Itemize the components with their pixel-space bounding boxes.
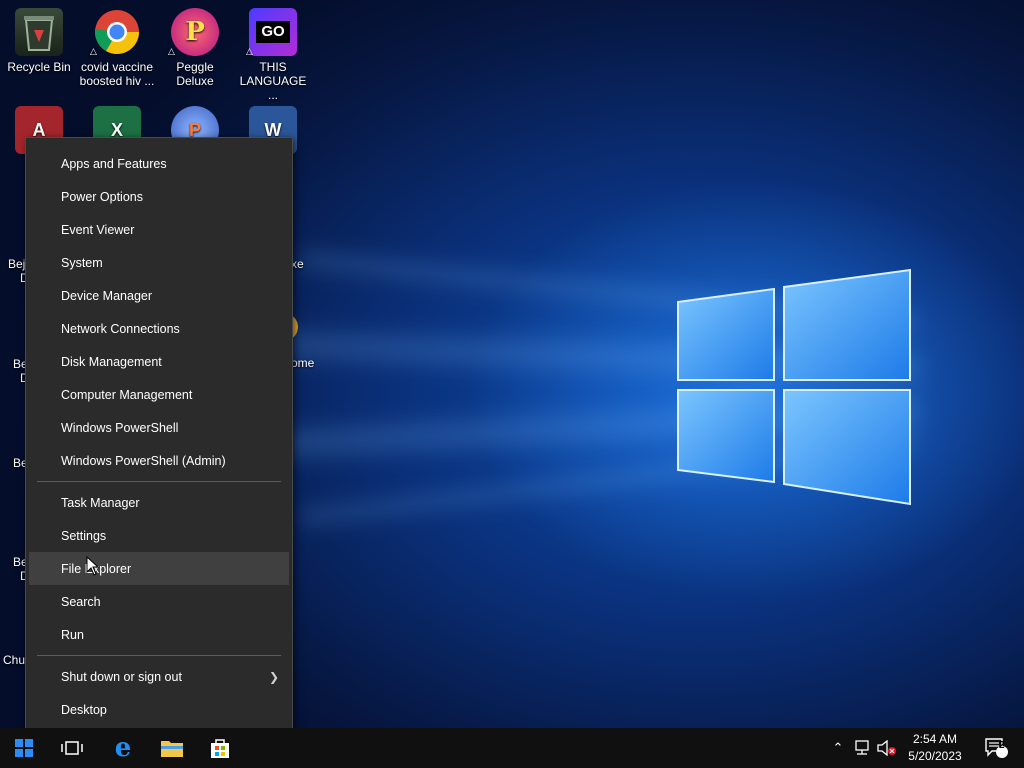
taskbar-store-button[interactable] — [196, 728, 244, 768]
taskbar-file-explorer-button[interactable] — [148, 728, 196, 768]
peggle-icon: P — [171, 8, 219, 56]
desktop-icon-label: THIS LANGUAGE ... — [239, 60, 307, 102]
desktop-icon-covid-vaccine[interactable]: △ covid vaccine boosted hiv ... — [78, 8, 156, 88]
menu-item-device-manager[interactable]: Device Manager — [29, 279, 289, 312]
shortcut-arrow-icon: △ — [90, 46, 97, 56]
shortcut-arrow-icon: △ — [246, 46, 253, 56]
mouse-cursor-icon — [86, 556, 100, 576]
menu-item-computer-management[interactable]: Computer Management — [29, 378, 289, 411]
menu-item-disk-management[interactable]: Disk Management — [29, 345, 289, 378]
menu-item-apps-and-features[interactable]: Apps and Features — [29, 147, 289, 180]
menu-item-event-viewer[interactable]: Event Viewer — [29, 213, 289, 246]
action-center-button[interactable]: 2 — [976, 728, 1016, 768]
partial-icon-label: Bej — [8, 257, 26, 271]
menu-separator — [37, 655, 281, 656]
menu-separator — [37, 481, 281, 482]
clock-time: 2:54 AM — [912, 732, 958, 746]
menu-item-power-options[interactable]: Power Options — [29, 180, 289, 213]
winx-context-menu: Apps and Features Power Options Event Vi… — [25, 137, 293, 735]
clock-button[interactable]: 2:54 AM 5/20/2023 — [900, 728, 970, 768]
menu-item-network-connections[interactable]: Network Connections — [29, 312, 289, 345]
menu-item-windows-powershell[interactable]: Windows PowerShell — [29, 411, 289, 444]
windows-start-icon — [15, 739, 33, 757]
partial-icon-label: ome — [291, 356, 315, 370]
desktop-icon-recycle-bin[interactable]: Recycle Bin — [0, 8, 78, 74]
chevron-right-icon: ❯ — [268, 670, 279, 684]
menu-item-run[interactable]: Run — [29, 618, 289, 651]
network-tray-button[interactable] — [852, 728, 874, 768]
desktop-icon-label: covid vaccine boosted hiv ... — [79, 60, 155, 88]
show-hidden-icons-button[interactable]: ⌃ — [829, 728, 847, 768]
desktop-icon-this-language[interactable]: GO △ THIS LANGUAGE ... — [234, 8, 312, 102]
desktop-icon-peggle-deluxe[interactable]: P △ Peggle Deluxe — [156, 8, 234, 88]
volume-muted-icon — [877, 740, 896, 756]
menu-item-shut-down-or-sign-out[interactable]: Shut down or sign out ❯ — [29, 660, 289, 693]
notification-count-badge: 2 — [999, 740, 1005, 751]
menu-item-windows-powershell-admin[interactable]: Windows PowerShell (Admin) — [29, 444, 289, 477]
desktop-icon-label: Peggle Deluxe — [176, 60, 214, 88]
goland-icon: GO — [249, 8, 297, 56]
folder-icon — [161, 741, 183, 757]
recycle-bin-icon — [15, 8, 63, 56]
menu-item-settings[interactable]: Settings — [29, 519, 289, 552]
menu-item-search[interactable]: Search — [29, 585, 289, 618]
desktop-icon-label: Recycle Bin — [7, 60, 71, 74]
notification-icon — [985, 738, 1008, 758]
edge-icon: e — [114, 733, 132, 763]
volume-tray-button[interactable] — [876, 728, 898, 768]
taskbar: e ⌃ 2:54 AM 5/20/2023 2 — [0, 728, 1024, 768]
chevron-up-icon: ⌃ — [832, 740, 844, 755]
menu-item-task-manager[interactable]: Task Manager — [29, 486, 289, 519]
task-view-button[interactable] — [48, 728, 96, 768]
network-icon — [855, 740, 869, 755]
shortcut-arrow-icon: △ — [168, 46, 175, 56]
chrome-icon — [93, 8, 141, 56]
menu-item-file-explorer[interactable]: File Explorer — [29, 552, 289, 585]
menu-item-desktop[interactable]: Desktop — [29, 693, 289, 726]
store-icon — [211, 739, 229, 758]
menu-item-system[interactable]: System — [29, 246, 289, 279]
taskbar-edge-button[interactable]: e — [99, 728, 147, 768]
windows-logo-wallpaper — [677, 268, 911, 506]
start-button[interactable] — [0, 728, 48, 768]
clock-date: 5/20/2023 — [908, 749, 962, 763]
task-view-icon — [61, 741, 83, 755]
